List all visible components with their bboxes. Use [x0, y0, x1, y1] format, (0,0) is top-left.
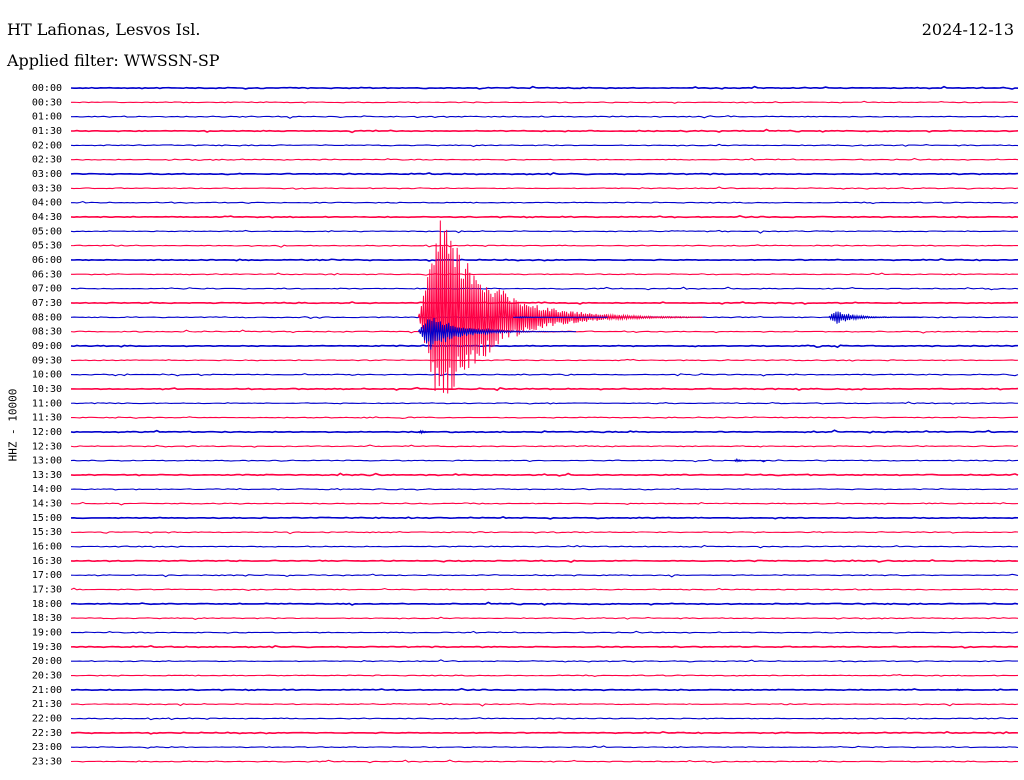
time-label: 01:00 — [32, 112, 62, 123]
time-label: 15:30 — [32, 527, 62, 538]
time-label: 10:30 — [32, 384, 62, 395]
time-label: 20:30 — [32, 671, 62, 682]
trace-row — [70, 229, 1019, 234]
time-label: 10:00 — [32, 370, 62, 381]
trace-row — [70, 386, 1019, 392]
trace-row — [70, 459, 1019, 463]
trace-row — [70, 85, 1019, 90]
time-label: 08:30 — [32, 327, 62, 338]
event-waveform — [512, 315, 608, 319]
trace-row — [70, 745, 1019, 749]
trace-row — [70, 717, 1019, 721]
trace-row — [71, 659, 1019, 663]
event-waveform — [733, 458, 766, 463]
helicorder-plot: 00:00 00:30 01:00 01:30 02:00 02:30 03:00 03:30… — [32, 83, 1019, 768]
trace-row — [70, 544, 1019, 549]
time-label: 09:30 — [32, 355, 62, 366]
time-label: 23:30 — [32, 757, 62, 768]
time-label: 00:00 — [32, 83, 62, 94]
time-label: 12:30 — [32, 441, 62, 452]
time-label: 20:00 — [32, 656, 62, 667]
trace-row — [70, 645, 1019, 649]
time-label: 03:00 — [32, 169, 62, 180]
time-label: 16:00 — [32, 542, 62, 553]
trace-row — [70, 573, 1019, 578]
trace-row — [70, 501, 1019, 506]
trace-row — [70, 516, 1019, 520]
trace-row — [70, 100, 1019, 104]
time-label: 02:00 — [32, 140, 62, 151]
time-label: 03:30 — [32, 183, 62, 194]
event-waveform — [417, 220, 703, 394]
time-label: 22:30 — [32, 728, 62, 739]
time-label: 12:00 — [32, 427, 62, 438]
trace-row — [71, 674, 1019, 678]
trace-row — [70, 559, 1019, 563]
time-label: 05:00 — [32, 226, 62, 237]
time-label: 13:00 — [32, 456, 62, 467]
time-label: 17:00 — [32, 570, 62, 581]
time-label: 16:30 — [32, 556, 62, 567]
time-label: 01:30 — [32, 126, 62, 137]
trace-row — [70, 429, 1019, 434]
time-label: 11:00 — [32, 398, 62, 409]
time-label: 11:30 — [32, 413, 62, 424]
trace-row — [70, 115, 1019, 119]
trace-row — [70, 258, 1019, 262]
time-label: 07:30 — [32, 298, 62, 309]
time-label: 17:30 — [32, 585, 62, 596]
trace-row — [70, 358, 1019, 362]
trace-row — [70, 172, 1019, 176]
trace-row — [70, 759, 1019, 764]
time-label: 14:00 — [32, 484, 62, 495]
trace-row — [70, 416, 1019, 419]
trace-row — [70, 143, 1019, 148]
trace-row — [70, 587, 1019, 591]
trace-row — [70, 530, 1019, 535]
time-label: 18:00 — [32, 599, 62, 610]
trace-row — [70, 186, 1019, 190]
trace-row — [70, 630, 1019, 634]
trace-row — [70, 616, 1019, 621]
time-label: 21:00 — [32, 685, 62, 696]
time-label: 08:00 — [32, 312, 62, 323]
time-label: 06:30 — [32, 269, 62, 280]
time-label: 04:30 — [32, 212, 62, 223]
time-label: 19:00 — [32, 628, 62, 639]
trace-row — [70, 444, 1019, 448]
time-label: 18:30 — [32, 613, 62, 624]
trace-row — [70, 601, 1019, 606]
time-label: 04:00 — [32, 198, 62, 209]
trace-row — [70, 200, 1019, 205]
time-label: 09:00 — [32, 341, 62, 352]
time-label: 14:30 — [32, 499, 62, 510]
time-label: 21:30 — [32, 699, 62, 710]
time-label: 13:30 — [32, 470, 62, 481]
time-label: 07:00 — [32, 284, 62, 295]
trace-row — [70, 730, 1019, 735]
trace-row — [70, 215, 1019, 219]
trace-row — [70, 244, 1019, 248]
trace-row — [70, 286, 1019, 291]
time-label: 00:30 — [32, 97, 62, 108]
trace-row — [70, 401, 1019, 405]
time-label: 05:30 — [32, 241, 62, 252]
time-label: 06:00 — [32, 255, 62, 266]
trace-row — [70, 702, 1019, 707]
time-label: 23:00 — [32, 742, 62, 753]
trace-row — [70, 301, 1019, 305]
time-label: 19:30 — [32, 642, 62, 653]
time-label: 02:30 — [32, 155, 62, 166]
trace-row — [70, 687, 1019, 692]
trace-row — [70, 344, 1019, 349]
trace-row — [70, 487, 1019, 491]
trace-row — [70, 373, 1019, 377]
time-label: 22:00 — [32, 714, 62, 725]
trace-row — [70, 157, 1019, 161]
trace-row — [70, 272, 1019, 276]
trace-row — [70, 472, 1019, 477]
trace-row — [71, 128, 1019, 134]
time-label: 15:00 — [32, 513, 62, 524]
